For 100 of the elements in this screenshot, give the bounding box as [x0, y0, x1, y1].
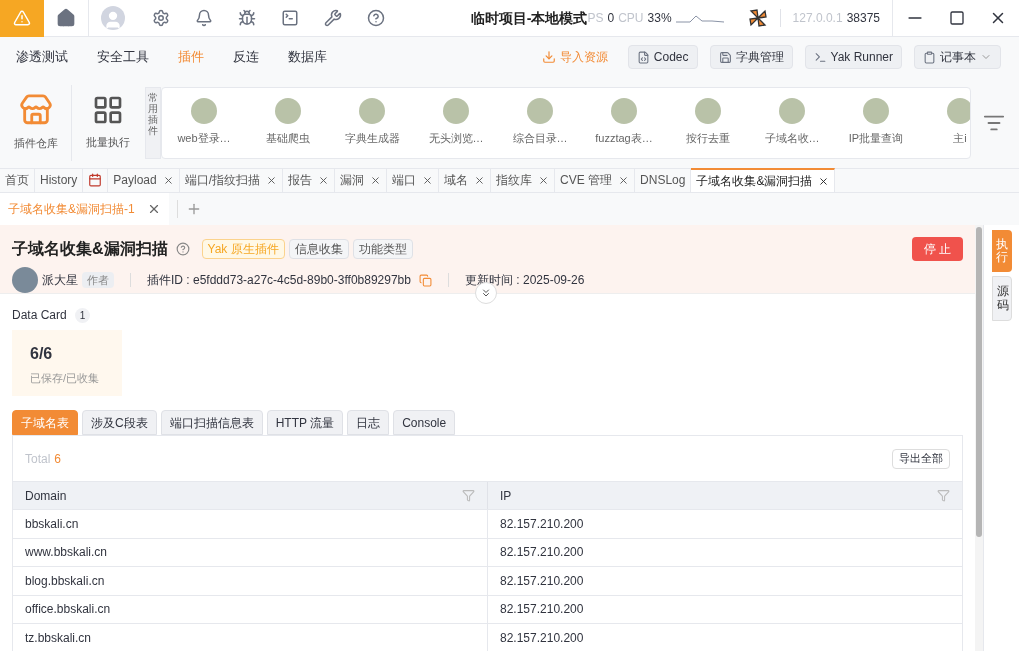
table-cell: blog.bbskali.cn: [13, 567, 488, 595]
close-icon[interactable]: [266, 174, 278, 186]
port-number: 38375: [846, 10, 880, 27]
host-address: 127.0.0.1: [792, 10, 843, 27]
help-icon[interactable]: [367, 9, 385, 27]
page-tab[interactable]: 子域名收集&漏洞扫描: [691, 168, 836, 192]
close-icon[interactable]: [422, 174, 434, 186]
bug-icon[interactable]: [238, 9, 256, 27]
tool-button[interactable]: 字典管理: [709, 45, 793, 69]
plugin-shortcut[interactable]: 字典生成器: [330, 98, 414, 147]
maximize-icon[interactable]: [949, 10, 965, 26]
page-tab[interactable]: 端口: [387, 168, 440, 192]
column-header: Domain: [13, 482, 488, 509]
plugin-shortcut[interactable]: 子域名收…: [750, 98, 834, 147]
tool-button[interactable]: Yak Runner: [804, 45, 902, 69]
plugin-avatar-placeholder: [275, 98, 301, 125]
plugin-shortcut[interactable]: 无头浏览…: [414, 98, 498, 147]
result-tab[interactable]: Console: [393, 410, 456, 435]
plugin-avatar-placeholder: [779, 98, 805, 125]
table-cell: www.bbskali.cn: [13, 538, 488, 566]
page-tab[interactable]: 域名: [439, 168, 492, 192]
close-icon[interactable]: [818, 175, 830, 187]
help-icon[interactable]: [175, 242, 190, 256]
plugin-tag: Yak 原生插件: [201, 239, 285, 259]
nav-tab[interactable]: 安全工具: [97, 47, 149, 67]
result-tab[interactable]: 涉及C段表: [82, 410, 157, 435]
plugin-avatar-placeholder: [359, 98, 385, 125]
shortcut-button[interactable]: 批量执行: [72, 84, 144, 161]
close-icon[interactable]: [162, 174, 174, 186]
tool-icon: [718, 50, 732, 64]
close-icon[interactable]: [474, 174, 486, 186]
plugin-avatar-placeholder: [947, 98, 970, 125]
page-tab[interactable]: 指纹库: [491, 168, 556, 192]
page-tab[interactable]: CVE 管理: [555, 168, 636, 192]
calendar-icon: [88, 173, 103, 187]
author-name: 派大星: [42, 272, 78, 289]
close-icon[interactable]: [318, 174, 330, 186]
terminal-icon[interactable]: [281, 9, 299, 27]
page-tab[interactable]: 漏洞: [335, 168, 388, 192]
table-cell: office.bbskali.cn: [13, 595, 488, 623]
plugin-shortcut[interactable]: 基础爬虫: [246, 98, 330, 147]
tool-button[interactable]: 记事本: [914, 45, 1001, 69]
home-icon[interactable]: [56, 8, 76, 28]
close-icon[interactable]: [618, 174, 630, 186]
scrollbar-thumb[interactable]: [976, 227, 982, 537]
warning-icon: [13, 9, 31, 27]
plugin-avatar-placeholder: [191, 98, 217, 125]
project-title: 临时项目-本地模式: [470, 8, 588, 28]
total-label: Total: [25, 450, 51, 468]
pinwheel-icon[interactable]: [747, 8, 768, 28]
result-tab[interactable]: 端口扫描信息表: [160, 410, 263, 435]
close-icon[interactable]: [370, 174, 382, 186]
plugin-avatar-placeholder: [695, 98, 721, 125]
table-cell-text: 82.157.210.200: [499, 544, 585, 562]
import-icon: [541, 50, 556, 64]
author-avatar-placeholder: [12, 267, 38, 293]
tool-button[interactable]: Codec: [627, 45, 698, 69]
plugin-avatar-placeholder: [863, 98, 889, 125]
page-tab[interactable]: 端口/指纹扫描: [179, 168, 284, 192]
tool-icon: [636, 50, 650, 64]
page-tab[interactable]: History: [35, 168, 84, 192]
plugin-shortcut[interactable]: web登录…: [162, 98, 246, 147]
page-tab[interactable]: 首页: [0, 168, 35, 192]
data-card-value: 6/6: [30, 344, 54, 364]
table-cell-text: 82.157.210.200: [499, 601, 585, 619]
double-chevron-icon: [480, 287, 492, 299]
shortcut-button[interactable]: 插件仓库: [0, 84, 72, 161]
table-cell-text: 82.157.210.200: [499, 515, 585, 533]
nav-tab[interactable]: 反连: [233, 47, 259, 67]
plugin-shortcut[interactable]: IP批量查询: [834, 98, 918, 147]
plugin-id: 插件ID : e5fddd73-a27c-4c5d-89b0-3ff0b89297bb: [147, 272, 411, 289]
common-plugins-label: 常用插件: [145, 86, 161, 159]
result-tab[interactable]: 日志: [347, 410, 390, 435]
plugin-shortcut[interactable]: fuzztag表…: [582, 98, 666, 147]
wrench-icon[interactable]: [324, 9, 342, 27]
page-tab[interactable]: 报告: [283, 168, 336, 192]
tool-icon: [923, 50, 936, 64]
export-button[interactable]: 导出全部: [892, 448, 950, 469]
table-cell: bbskali.cn: [13, 510, 488, 538]
data-card-count: 1: [74, 307, 91, 323]
plugin-shortcut[interactable]: 按行去重: [666, 98, 750, 147]
page-tab[interactable]: Payload: [108, 168, 180, 192]
side-tab[interactable]: 源码: [991, 276, 1012, 321]
cpu-value: 33%: [647, 10, 672, 27]
plugin-shortcut[interactable]: 综合目录…: [498, 98, 582, 147]
total-count: 6: [54, 450, 62, 468]
column-header: IP: [488, 482, 962, 509]
data-card-caption: 已保存/已收集: [30, 371, 101, 386]
settings-icon[interactable]: [152, 9, 170, 27]
nav-tab[interactable]: 渗透测试: [16, 47, 68, 67]
result-tab[interactable]: HTTP 流量: [266, 410, 344, 435]
plugin-tag: 功能类型: [352, 239, 413, 259]
plugin-avatar-placeholder: [527, 98, 553, 125]
plugin-shortcut[interactable]: 主i: [918, 98, 970, 147]
close-icon[interactable]: [538, 174, 550, 186]
nav-tab[interactable]: 数据库: [288, 47, 327, 67]
table-cell-text: 82.157.210.200: [499, 629, 585, 647]
table-cell: tz.bbskali.cn: [13, 624, 488, 651]
bell-icon[interactable]: [195, 9, 213, 27]
plugin-avatar-placeholder: [611, 98, 637, 125]
